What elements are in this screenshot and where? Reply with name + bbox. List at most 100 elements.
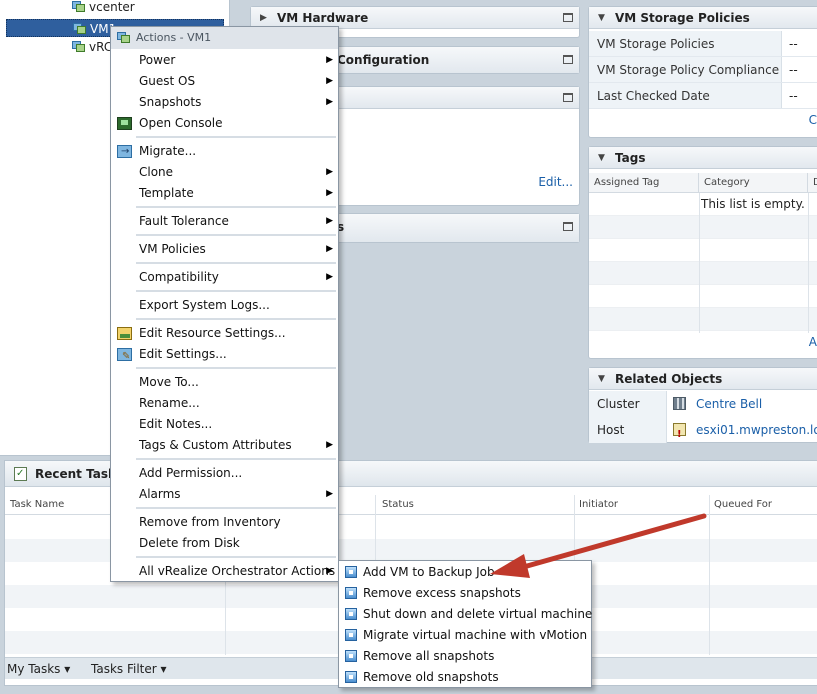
related-objects-portlet: ▼ Related Objects Cluster Centre Bell Ho… xyxy=(588,367,817,448)
column-header[interactable]: Initiator xyxy=(574,495,618,515)
menu-item-edit-notes[interactable]: Edit Notes... xyxy=(111,414,338,435)
menu-item-edit-resource-settings[interactable]: Edit Resource Settings... xyxy=(111,323,338,344)
workflow-icon xyxy=(345,650,357,662)
menu-item-vrealize-orchestrator-actions[interactable]: All vRealize Orchestrator Actions ▶ xyxy=(111,561,338,582)
resource-settings-icon xyxy=(117,327,132,340)
check-compliance-link[interactable]: C xyxy=(809,113,817,127)
submenu-arrow-icon: ▶ xyxy=(326,97,333,107)
menu-item-remove-from-inventory[interactable]: Remove from Inventory xyxy=(111,512,338,533)
edit-settings-icon xyxy=(117,346,132,367)
portlet-header[interactable]: ▼ VM Storage Policies xyxy=(589,7,817,29)
tree-item-vrc[interactable]: vRC xyxy=(72,38,112,56)
maximize-icon[interactable] xyxy=(563,55,573,64)
menu-title-text: Actions - VM1 xyxy=(136,31,212,44)
cluster-name[interactable]: Centre Bell xyxy=(696,397,762,411)
cluster-icon xyxy=(673,397,686,410)
menu-item-add-permission[interactable]: Add Permission... xyxy=(111,463,338,484)
submenu-item-shut-down-delete-vm[interactable]: Shut down and delete virtual machine xyxy=(339,604,592,625)
submenu-item-remove-excess-snapshots[interactable]: Remove excess snapshots xyxy=(339,583,591,604)
column-header[interactable]: Task Name xyxy=(5,495,64,515)
edit-link[interactable]: Edit... xyxy=(538,175,573,189)
cluster-link[interactable]: Centre Bell xyxy=(673,391,762,417)
row-value: -- xyxy=(789,63,798,77)
menu-item-guest-os[interactable]: Guest OS ▶ xyxy=(111,71,338,92)
column-header[interactable]: Queued For xyxy=(709,495,772,515)
column-header[interactable]: D xyxy=(808,173,817,193)
submenu-arrow-icon: ▶ xyxy=(326,167,333,177)
host-name[interactable]: esxi01.mwpreston.loca xyxy=(696,423,817,437)
menu-title: Actions - VM1 xyxy=(111,27,338,49)
menu-item-open-console[interactable]: Open Console xyxy=(111,113,338,134)
menu-item-rename[interactable]: Rename... xyxy=(111,393,338,414)
maximize-icon[interactable] xyxy=(563,93,573,102)
submenu-item-remove-old-snapshots[interactable]: Remove old snapshots xyxy=(339,667,591,688)
collapse-triangle-icon[interactable]: ▼ xyxy=(598,7,605,29)
portlet-title: Configuration xyxy=(337,53,430,67)
portlet-header[interactable]: ▼ Related Objects xyxy=(589,368,817,390)
submenu-arrow-icon: ▶ xyxy=(326,76,333,86)
column-header[interactable]: Status xyxy=(377,495,414,515)
row-value: -- xyxy=(789,37,798,51)
submenu-arrow-icon: ▶ xyxy=(326,216,333,226)
submenu-arrow-icon: ▶ xyxy=(326,55,333,65)
menu-item-template[interactable]: Template ▶ xyxy=(111,183,338,204)
tree-item-label: vRC xyxy=(89,40,113,54)
submenu-arrow-icon: ▶ xyxy=(326,440,333,450)
row-key: VM Storage Policies xyxy=(589,31,782,56)
tree-item-vcenter[interactable]: vcenter xyxy=(72,0,135,16)
submenu-arrow-icon: ▶ xyxy=(326,272,333,282)
menu-item-snapshots[interactable]: Snapshots ▶ xyxy=(111,92,338,113)
row-value: -- xyxy=(789,89,798,103)
column-header[interactable]: Category xyxy=(699,173,808,193)
maximize-icon[interactable] xyxy=(563,222,573,231)
column-header[interactable]: Assigned Tag xyxy=(589,173,699,193)
related-row: Host esxi01.mwpreston.loca xyxy=(589,417,817,448)
menu-item-clone[interactable]: Clone ▶ xyxy=(111,162,338,183)
workflow-icon xyxy=(345,587,357,599)
row-key: Cluster xyxy=(589,391,667,417)
tasks-filter-dropdown[interactable]: Tasks Filter ▾ xyxy=(91,658,167,680)
submenu-arrow-icon: ▶ xyxy=(326,244,333,254)
submenu-item-remove-all-snapshots[interactable]: Remove all snapshots xyxy=(339,646,591,667)
vm-icon xyxy=(72,41,85,53)
menu-item-edit-settings[interactable]: Edit Settings... xyxy=(111,344,338,367)
portlet-header[interactable]: ▼ Tags xyxy=(589,147,817,169)
row-key: VM Storage Policy Compliance xyxy=(589,57,782,82)
collapse-triangle-icon[interactable]: ▼ xyxy=(598,147,605,169)
menu-item-migrate[interactable]: Migrate... xyxy=(111,141,338,162)
menu-item-export-system-logs[interactable]: Export System Logs... xyxy=(111,295,338,316)
tasks-checklist-icon xyxy=(14,461,27,487)
vm-icon xyxy=(72,1,85,13)
submenu-item-add-vm-to-backup-job[interactable]: Add VM to Backup Job xyxy=(339,562,591,583)
my-tasks-dropdown[interactable]: My Tasks ▾ xyxy=(7,658,70,680)
menu-item-tags-custom-attributes[interactable]: Tags & Custom Attributes ▶ xyxy=(111,435,338,456)
vm-icon xyxy=(117,32,130,44)
menu-item-fault-tolerance[interactable]: Fault Tolerance ▶ xyxy=(111,211,338,232)
related-row: Cluster Centre Bell xyxy=(589,391,817,417)
workflow-icon xyxy=(345,671,357,683)
storage-row: VM Storage Policies -- xyxy=(589,31,817,57)
menu-item-compatibility[interactable]: Compatibility ▶ xyxy=(111,267,338,288)
storage-row: Last Checked Date -- xyxy=(589,83,817,109)
menu-item-vm-policies[interactable]: VM Policies ▶ xyxy=(111,239,338,260)
tree-item-label: vcenter xyxy=(89,0,135,14)
row-key: Last Checked Date xyxy=(589,83,782,108)
host-warning-icon xyxy=(673,422,686,448)
workflow-icon xyxy=(345,566,357,578)
empty-list-message: This list is empty. xyxy=(701,197,805,211)
collapse-triangle-icon[interactable]: ▼ xyxy=(598,368,605,390)
actions-context-menu: Actions - VM1 Power ▶ Guest OS ▶ Snapshots… xyxy=(110,26,339,582)
assign-tag-link[interactable]: A xyxy=(809,335,817,349)
portlet-title: VM Hardware xyxy=(277,11,369,25)
menu-item-move-to[interactable]: Move To... xyxy=(111,372,338,393)
submenu-item-migrate-vm-vmotion[interactable]: Migrate virtual machine with vMotion xyxy=(339,625,591,646)
maximize-icon[interactable] xyxy=(563,13,573,22)
submenu-arrow-icon: ▶ xyxy=(326,489,333,499)
host-link[interactable]: esxi01.mwpreston.loca xyxy=(673,417,817,448)
storage-row: VM Storage Policy Compliance -- xyxy=(589,57,817,83)
menu-item-alarms[interactable]: Alarms ▶ xyxy=(111,484,338,505)
submenu-arrow-icon: ▶ xyxy=(326,566,333,576)
workflow-icon xyxy=(345,608,357,620)
menu-item-delete-from-disk[interactable]: Delete from Disk xyxy=(111,533,338,554)
menu-item-power[interactable]: Power ▶ xyxy=(111,50,338,71)
